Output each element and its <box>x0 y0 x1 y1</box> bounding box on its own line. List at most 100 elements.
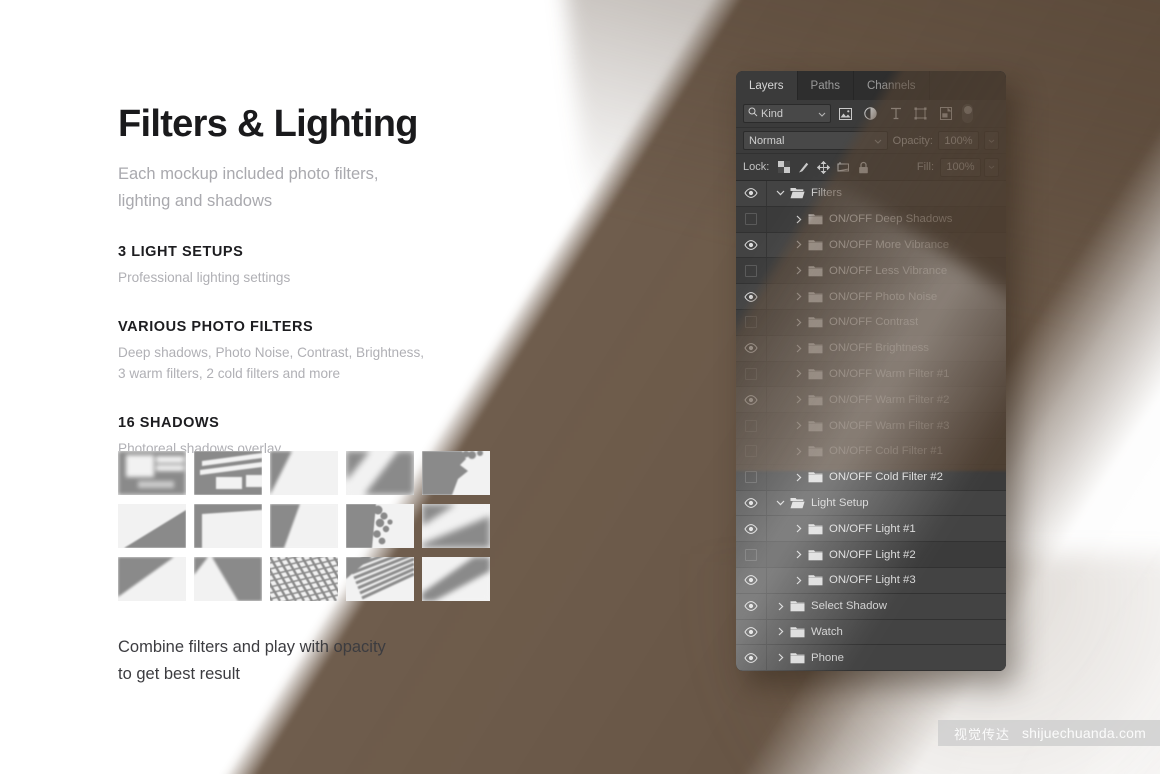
panel-tab-bar[interactable]: Layers Paths Channels <box>736 71 1006 100</box>
shadow-thumbnail[interactable] <box>422 451 490 495</box>
layer-row[interactable]: ON/OFF More Vibrance <box>736 232 1006 259</box>
shadow-thumbnail[interactable] <box>194 451 262 495</box>
lock-image-pixels-icon[interactable] <box>795 159 812 176</box>
layer-visibility-eye-icon[interactable] <box>736 593 767 619</box>
layer-visibility-eye-icon[interactable] <box>736 567 767 593</box>
lock-position-icon[interactable] <box>815 159 832 176</box>
filter-enable-toggle[interactable] <box>962 104 973 123</box>
chevron-right-icon[interactable] <box>794 524 803 533</box>
opacity-input[interactable]: 100% <box>938 131 979 150</box>
layer-row[interactable]: Watch <box>736 619 1006 646</box>
shape-layer-filter-icon[interactable] <box>910 104 931 123</box>
shadow-thumbnail[interactable] <box>118 557 186 601</box>
layer-visibility-toggle-off[interactable] <box>736 413 767 438</box>
shadow-thumbnail[interactable] <box>270 504 338 548</box>
fill-input[interactable]: 100% <box>940 157 981 177</box>
shadow-thumbnail[interactable] <box>118 504 186 548</box>
layer-list[interactable]: Filters ON/OFF Deep Shadows ON/OFF More Vi… <box>736 181 1006 672</box>
layer-row[interactable]: ON/OFF Cold Filter #1 <box>736 438 1006 465</box>
layer-row[interactable]: ON/OFF Contrast <box>736 309 1006 336</box>
chevron-right-icon[interactable] <box>794 292 803 301</box>
layer-row[interactable]: ON/OFF Warm Filter #3 <box>736 413 1006 439</box>
blend-mode-select[interactable]: Normal <box>743 131 888 150</box>
chevron-down-icon[interactable] <box>874 135 882 147</box>
layer-filter-row[interactable]: Kind <box>736 100 1006 128</box>
chevron-right-icon[interactable] <box>794 240 803 249</box>
layer-visibility-eye-icon[interactable] <box>736 335 767 361</box>
layer-visibility-toggle-off[interactable] <box>736 464 767 490</box>
opacity-stepper[interactable] <box>984 131 999 150</box>
chevron-right-icon[interactable] <box>776 653 785 662</box>
layer-visibility-toggle-off[interactable] <box>736 542 767 567</box>
shadow-thumbnail[interactable] <box>346 451 414 495</box>
layer-visibility-eye-icon[interactable] <box>736 181 767 206</box>
layer-row[interactable]: Light Setup <box>736 490 1006 517</box>
shadow-thumbnail[interactable] <box>194 504 262 548</box>
panel-tab-channels[interactable]: Channels <box>853 71 930 100</box>
lock-row[interactable]: Lock: Fill: 100% <box>736 154 1006 181</box>
chevron-down-icon[interactable] <box>818 108 826 120</box>
layer-visibility-toggle-off[interactable] <box>736 361 767 387</box>
panel-tab-layers[interactable]: Layers <box>736 71 798 100</box>
layer-row[interactable]: ON/OFF Light #3 <box>736 567 1006 594</box>
layer-visibility-eye-icon[interactable] <box>736 516 767 542</box>
pixel-layer-filter-icon[interactable] <box>835 104 856 123</box>
smart-object-filter-icon[interactable] <box>935 104 956 123</box>
layer-visibility-toggle-off[interactable] <box>736 258 767 284</box>
chevron-right-icon[interactable] <box>794 447 803 456</box>
layer-row[interactable]: ON/OFF Light #2 <box>736 542 1006 568</box>
layer-row[interactable]: ON/OFF Brightness <box>736 335 1006 362</box>
chevron-right-icon[interactable] <box>776 627 785 636</box>
filter-kind-select[interactable]: Kind <box>743 104 831 123</box>
adjustment-layer-filter-icon[interactable] <box>860 104 881 123</box>
chevron-right-icon[interactable] <box>794 344 803 353</box>
lock-all-icon[interactable] <box>855 159 872 176</box>
chevron-right-icon[interactable] <box>794 421 803 430</box>
shadow-thumbnail[interactable] <box>270 451 338 495</box>
layer-row[interactable]: ON/OFF Deep Shadows <box>736 206 1006 233</box>
panel-tab-paths[interactable]: Paths <box>797 71 854 100</box>
chevron-right-icon[interactable] <box>794 369 803 378</box>
layer-visibility-toggle-off[interactable] <box>736 309 767 335</box>
layer-row[interactable]: Phone <box>736 645 1006 672</box>
fill-stepper[interactable] <box>984 157 999 177</box>
shadow-thumbnail[interactable] <box>346 557 414 601</box>
lock-transparent-pixels-icon[interactable] <box>775 159 792 176</box>
shadow-thumbnail[interactable] <box>118 451 186 495</box>
chevron-right-icon[interactable] <box>776 602 785 611</box>
blend-mode-row[interactable]: Normal Opacity: 100% <box>736 128 1006 154</box>
chevron-right-icon[interactable] <box>794 576 803 585</box>
layer-row[interactable]: ON/OFF Warm Filter #1 <box>736 361 1006 388</box>
shadow-thumbnail[interactable] <box>194 557 262 601</box>
layer-row[interactable]: ON/OFF Cold Filter #2 <box>736 464 1006 491</box>
layer-visibility-eye-icon[interactable] <box>736 619 767 645</box>
shadow-thumbnail[interactable] <box>346 504 414 548</box>
shadow-thumbnail[interactable] <box>422 557 490 601</box>
chevron-right-icon[interactable] <box>794 215 803 224</box>
chevron-right-icon[interactable] <box>794 550 803 559</box>
chevron-right-icon[interactable] <box>794 318 803 327</box>
chevron-down-icon[interactable] <box>776 190 785 196</box>
chevron-right-icon[interactable] <box>794 266 803 275</box>
layer-visibility-eye-icon[interactable] <box>736 232 767 258</box>
layer-visibility-eye-icon[interactable] <box>736 387 767 413</box>
shadow-thumbnail[interactable] <box>422 504 490 548</box>
type-layer-filter-icon[interactable] <box>885 104 906 123</box>
layer-row[interactable]: ON/OFF Light #1 <box>736 516 1006 543</box>
layer-row[interactable]: Select Shadow <box>736 593 1006 620</box>
layer-row[interactable]: Filters <box>736 181 1006 207</box>
chevron-right-icon[interactable] <box>794 395 803 404</box>
layer-row[interactable]: ON/OFF Photo Noise <box>736 284 1006 310</box>
layer-visibility-toggle-off[interactable] <box>736 206 767 232</box>
shadow-thumbnail[interactable] <box>270 557 338 601</box>
photoshop-layers-panel[interactable]: Layers Paths Channels Kind Normal Opacit… <box>736 71 1006 672</box>
layer-visibility-toggle-off[interactable] <box>736 438 767 464</box>
layer-row[interactable]: ON/OFF Warm Filter #2 <box>736 387 1006 414</box>
layer-visibility-eye-icon[interactable] <box>736 490 767 516</box>
layer-visibility-eye-icon[interactable] <box>736 645 767 671</box>
layer-row[interactable]: ON/OFF Less Vibrance <box>736 258 1006 285</box>
chevron-down-icon[interactable] <box>776 500 785 506</box>
layer-visibility-eye-icon[interactable] <box>736 284 767 309</box>
lock-artboard-nesting-icon[interactable] <box>835 159 852 176</box>
chevron-right-icon[interactable] <box>794 473 803 482</box>
